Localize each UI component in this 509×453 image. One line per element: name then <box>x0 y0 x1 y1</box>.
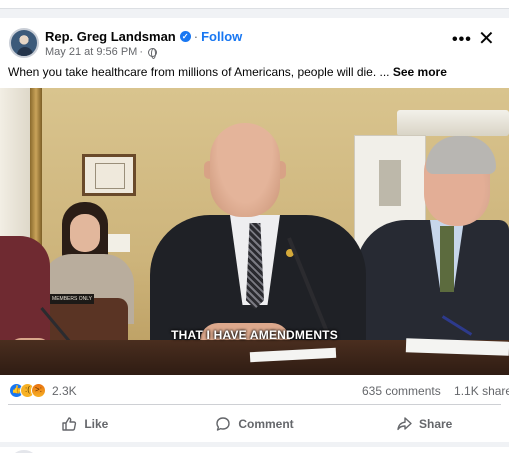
post-timestamp[interactable]: May 21 at 9:56 PM <box>45 46 137 58</box>
door-cornice <box>397 110 509 136</box>
reaction-count: 2.3K <box>52 383 77 398</box>
share-arrow-icon <box>397 416 412 430</box>
see-more-link[interactable]: See more <box>393 65 447 79</box>
comment-bubble-icon <box>216 416 231 431</box>
engagement-bar: 👍 :( >: 2.3K 635 comments 1.1K shares <box>0 375 509 405</box>
comment-share-counts: 635 comments 1.1K shares <box>362 384 509 398</box>
gold-frame <box>30 88 42 263</box>
share-label: Share <box>419 416 453 431</box>
name-separator: · <box>193 29 199 44</box>
follow-button[interactable]: Follow <box>201 29 242 44</box>
close-icon[interactable]: ✕ <box>478 29 495 49</box>
post-actions: Like Comment Share <box>0 405 509 442</box>
next-post-edge <box>0 447 509 453</box>
post-caption: When you take healthcare from millions o… <box>8 65 503 79</box>
post-header: Rep. Greg Landsman ✓ · Follow May 21 at … <box>0 18 509 66</box>
author-name[interactable]: Rep. Greg Landsman <box>45 29 176 44</box>
comment-label: Comment <box>238 416 294 431</box>
reactions-summary[interactable]: 👍 :( >: 2.3K <box>9 383 77 398</box>
verified-badge-icon: ✓ <box>179 31 191 42</box>
like-button[interactable]: Like <box>0 405 170 442</box>
like-label: Like <box>84 416 109 431</box>
globe-icon[interactable] <box>148 47 157 59</box>
author-row: Rep. Greg Landsman ✓ · Follow <box>45 29 242 44</box>
shares-count[interactable]: 1.1K shares <box>454 384 509 398</box>
video-player[interactable]: MEMBERS ONLY THAT I HAVE AMENDMENTS <box>0 88 509 375</box>
members-only-nameplate: MEMBERS ONLY <box>50 294 94 304</box>
wall-picture <box>82 154 136 196</box>
post-meta: May 21 at 9:56 PM · <box>45 46 157 59</box>
video-subtitle: THAT I HAVE AMENDMENTS <box>171 328 338 342</box>
author-avatar[interactable] <box>9 28 39 58</box>
angry-icon: >: <box>31 383 46 398</box>
comments-count[interactable]: 635 comments <box>362 384 441 398</box>
meta-separator: · <box>139 46 143 58</box>
comment-button[interactable]: Comment <box>170 405 340 442</box>
post-card: Rep. Greg Landsman ✓ · Follow May 21 at … <box>0 18 509 442</box>
share-button[interactable]: Share <box>339 405 509 442</box>
thumbs-up-icon <box>62 416 77 431</box>
caption-text: When you take healthcare from millions o… <box>8 65 390 79</box>
more-options-button[interactable]: ••• <box>452 31 472 49</box>
previous-post-edge <box>0 0 509 9</box>
